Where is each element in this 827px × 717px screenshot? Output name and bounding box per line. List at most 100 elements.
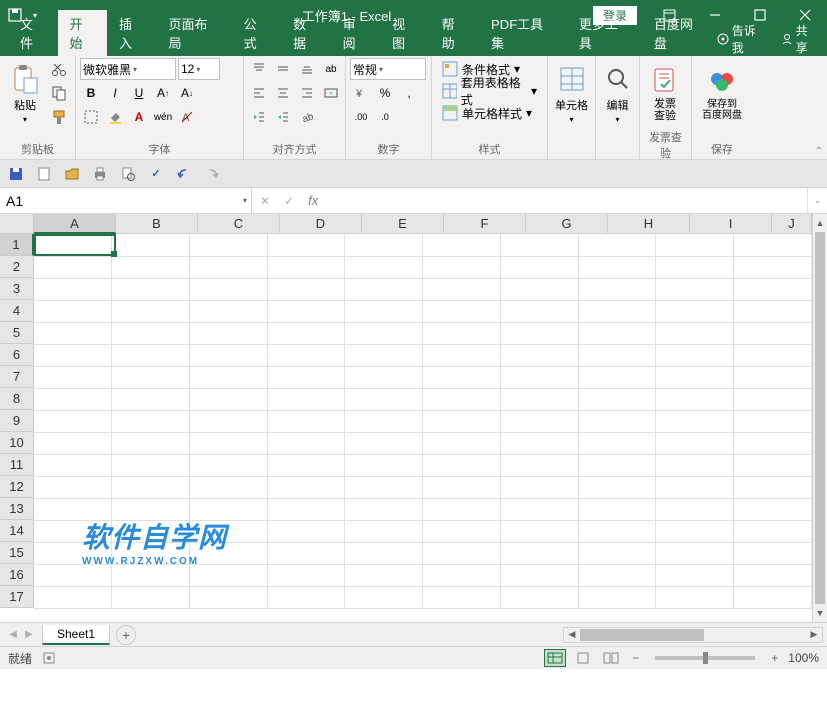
cell[interactable] [345, 520, 423, 542]
decrease-font-button[interactable]: A↓ [176, 82, 198, 104]
add-sheet-button[interactable]: + [116, 625, 136, 645]
page-layout-view-button[interactable] [572, 649, 594, 667]
cell[interactable] [500, 322, 578, 344]
expand-formula-bar-button[interactable]: ⌄ [807, 188, 827, 213]
cell[interactable] [423, 542, 501, 564]
column-header[interactable]: F [444, 214, 526, 234]
align-right-button[interactable] [296, 82, 318, 104]
cells-button[interactable]: 单元格▾ [552, 58, 591, 128]
tab-review[interactable]: 审阅 [331, 10, 381, 56]
merge-button[interactable] [320, 82, 342, 104]
collapse-ribbon-button[interactable]: ⌃ [815, 146, 823, 157]
cell[interactable] [578, 278, 656, 300]
cell[interactable] [267, 432, 345, 454]
paste-button[interactable]: 粘贴 ▾ [4, 58, 46, 128]
cell[interactable] [189, 278, 267, 300]
cell[interactable] [267, 542, 345, 564]
cell[interactable] [656, 388, 734, 410]
cell[interactable] [500, 542, 578, 564]
cell[interactable] [189, 366, 267, 388]
row-header[interactable]: 10 [0, 432, 34, 454]
cell[interactable] [267, 278, 345, 300]
row-header[interactable]: 11 [0, 454, 34, 476]
decrease-indent-button[interactable] [248, 106, 270, 128]
cell[interactable] [423, 432, 501, 454]
cell[interactable] [656, 542, 734, 564]
scroll-left-button[interactable]: ◀ [564, 628, 580, 642]
align-left-button[interactable] [248, 82, 270, 104]
row-header[interactable]: 13 [0, 498, 34, 520]
cell[interactable] [734, 234, 812, 256]
tab-formulas[interactable]: 公式 [232, 10, 282, 56]
cell[interactable] [656, 234, 734, 256]
cell[interactable] [189, 256, 267, 278]
italic-button[interactable]: I [104, 82, 126, 104]
cell[interactable] [34, 256, 112, 278]
increase-font-button[interactable]: A↑ [152, 82, 174, 104]
cell[interactable] [34, 344, 112, 366]
clear-format-button[interactable]: A [176, 106, 198, 128]
cell[interactable] [500, 520, 578, 542]
cell[interactable] [112, 344, 190, 366]
cell[interactable] [345, 476, 423, 498]
cell[interactable] [578, 542, 656, 564]
cell[interactable] [34, 542, 112, 564]
cell[interactable] [189, 564, 267, 586]
accept-formula-icon[interactable]: ✓ [284, 194, 294, 208]
cell[interactable] [578, 300, 656, 322]
cell[interactable] [345, 454, 423, 476]
format-painter-button[interactable] [48, 106, 70, 128]
zoom-slider-thumb[interactable] [703, 652, 708, 664]
tab-pdf[interactable]: PDF工具集 [479, 10, 567, 56]
cell[interactable] [189, 388, 267, 410]
print-icon[interactable] [90, 164, 110, 184]
paste-dropdown-icon[interactable]: ▾ [23, 115, 27, 124]
column-header[interactable]: J [772, 214, 812, 234]
scroll-up-button[interactable]: ▲ [813, 214, 827, 232]
sheet-nav-next[interactable]: ▶ [22, 629, 36, 640]
cell[interactable] [734, 476, 812, 498]
cell[interactable] [189, 586, 267, 608]
cell[interactable] [578, 476, 656, 498]
print-preview-icon[interactable] [118, 164, 138, 184]
row-header[interactable]: 14 [0, 520, 34, 542]
align-center-button[interactable] [272, 82, 294, 104]
editing-button[interactable]: 编辑▾ [600, 58, 635, 128]
cell[interactable] [656, 410, 734, 432]
cell[interactable] [267, 300, 345, 322]
cell[interactable] [345, 432, 423, 454]
column-header[interactable]: D [280, 214, 362, 234]
cell[interactable] [734, 542, 812, 564]
row-header[interactable]: 5 [0, 322, 34, 344]
cell[interactable] [34, 564, 112, 586]
cell[interactable] [500, 388, 578, 410]
cell[interactable] [656, 498, 734, 520]
save-icon[interactable] [6, 164, 26, 184]
cell[interactable] [500, 366, 578, 388]
cell[interactable] [34, 586, 112, 608]
cell[interactable] [34, 520, 112, 542]
tell-me-button[interactable]: 告诉我 [717, 22, 767, 56]
row-header[interactable]: 7 [0, 366, 34, 388]
align-top-button[interactable] [248, 58, 270, 80]
scroll-right-button[interactable]: ▶ [806, 628, 822, 642]
cell[interactable] [423, 476, 501, 498]
font-size-combo[interactable]: 12▾ [178, 58, 220, 80]
cell[interactable] [578, 234, 656, 256]
cell[interactable] [267, 564, 345, 586]
cell[interactable] [656, 278, 734, 300]
cell[interactable] [423, 388, 501, 410]
cell[interactable] [112, 410, 190, 432]
cell[interactable] [578, 256, 656, 278]
cell[interactable] [345, 322, 423, 344]
cell[interactable] [112, 586, 190, 608]
undo-icon[interactable] [174, 164, 194, 184]
cell[interactable] [656, 520, 734, 542]
cut-button[interactable] [48, 58, 70, 80]
select-all-corner[interactable] [0, 214, 34, 234]
cell[interactable] [34, 454, 112, 476]
cell[interactable] [267, 366, 345, 388]
cell[interactable] [423, 410, 501, 432]
cell[interactable] [189, 432, 267, 454]
row-header[interactable]: 15 [0, 542, 34, 564]
